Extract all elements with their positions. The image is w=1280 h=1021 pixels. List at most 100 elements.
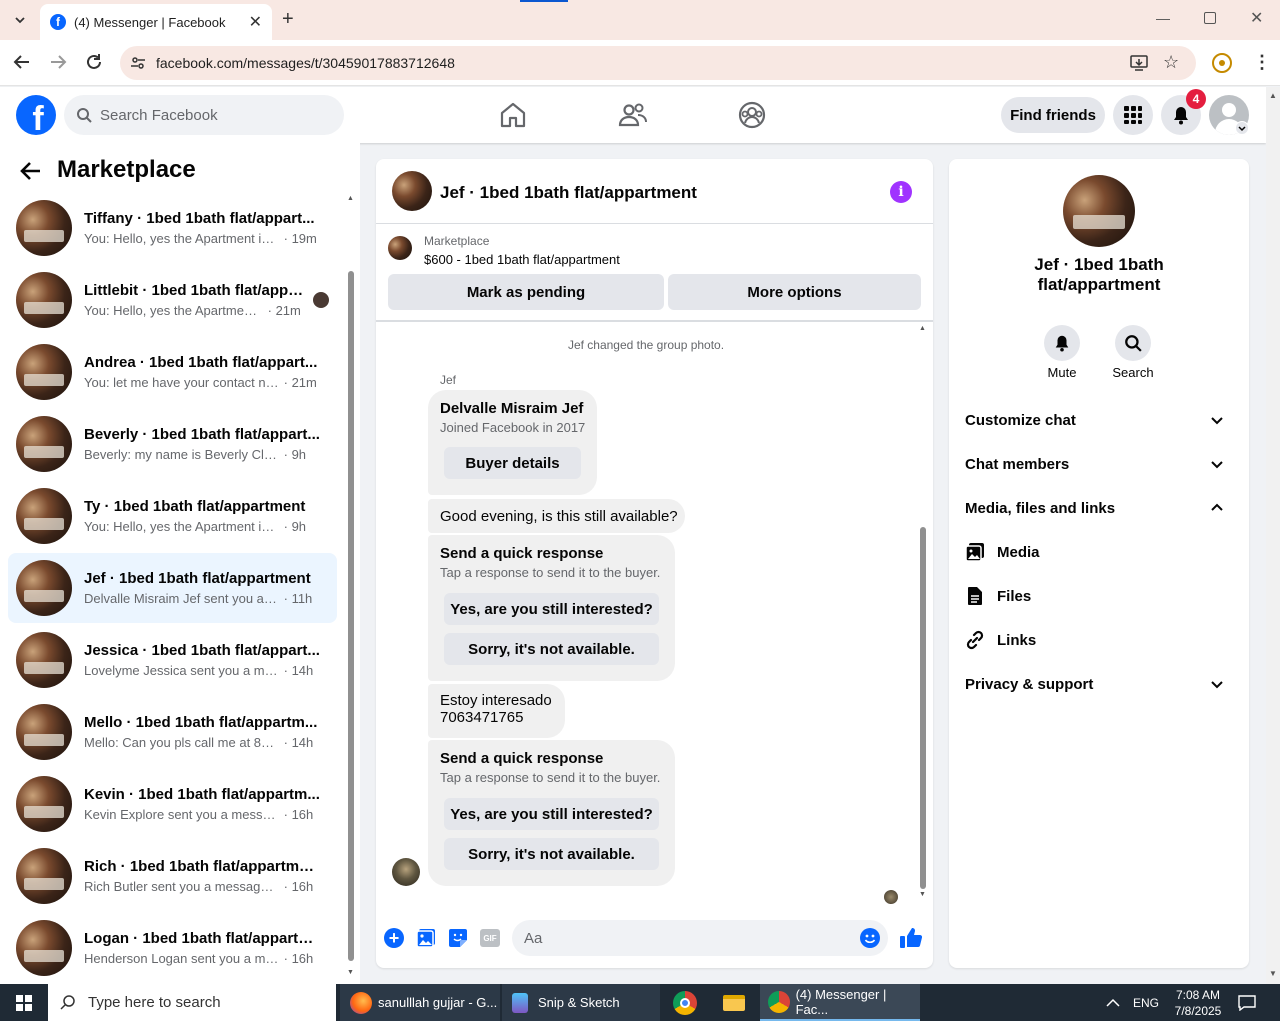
message-composer-input[interactable]: Aa (512, 920, 888, 956)
buyer-details-button[interactable]: Buyer details (444, 447, 581, 479)
find-friends-button[interactable]: Find friends (1001, 97, 1105, 133)
mute-label[interactable]: Mute (1032, 365, 1092, 380)
conversation-item-littlebit[interactable]: Littlebit · 1bed 1bath flat/appa... You:… (8, 265, 337, 335)
links-item[interactable]: Links (965, 620, 1233, 660)
bookmark-star-icon[interactable]: ☆ (1163, 52, 1179, 73)
conversation-item-kevin[interactable]: Kevin · 1bed 1bath flat/appartm... Kevin… (8, 769, 337, 839)
more-actions-plus-icon[interactable]: + (384, 928, 404, 948)
forward-arrow-icon[interactable] (48, 52, 68, 77)
menu-grid-icon[interactable] (1113, 95, 1153, 135)
attach-photo-icon[interactable] (416, 928, 436, 953)
file-explorer-icon[interactable] (722, 984, 746, 1021)
taskbar-clock[interactable]: 7:08 AM 7/8/2025 (1166, 987, 1230, 1019)
listing-thumbnail (16, 704, 72, 760)
sender-avatar[interactable] (392, 858, 420, 886)
back-arrow-icon[interactable] (12, 52, 32, 77)
restore-icon[interactable] (1204, 12, 1216, 24)
gif-icon[interactable]: GIF (480, 929, 500, 947)
conversation-item-beverly[interactable]: Beverly · 1bed 1bath flat/appart... Beve… (8, 409, 337, 479)
sticker-icon[interactable] (448, 928, 468, 953)
close-window-icon[interactable]: ✕ (1250, 8, 1263, 28)
profile-icon[interactable] (1212, 53, 1232, 73)
search-label[interactable]: Search (1103, 365, 1163, 380)
conversation-item-ty[interactable]: Ty · 1bed 1bath flat/appartment You: Hel… (8, 481, 337, 551)
quick-response-title: Send a quick response (440, 750, 604, 767)
emoji-icon[interactable] (860, 928, 880, 948)
browser-tab-messenger[interactable]: f (4) Messenger | Facebook ✕ (40, 4, 272, 40)
conversation-item-jessica[interactable]: Jessica · 1bed 1bath flat/appart... Love… (8, 625, 337, 695)
site-settings-icon[interactable] (130, 55, 146, 74)
friends-icon[interactable] (617, 99, 649, 131)
chat-scrollbar[interactable]: ▲ ▼ (918, 325, 928, 898)
composer-placeholder: Aa (524, 929, 543, 947)
facebook-favicon-icon: f (50, 14, 66, 30)
quick-reply-yes-button[interactable]: Yes, are you still interested? (444, 593, 659, 625)
taskbar-app-firefox[interactable]: sanulllah gujjar - G... (340, 984, 500, 1021)
url-field[interactable]: facebook.com/messages/t/3045901788371264… (120, 46, 1196, 80)
home-icon[interactable] (497, 99, 529, 131)
media-files-links-row[interactable]: Media, files and links (965, 488, 1233, 528)
conversation-item-jef[interactable]: Jef · 1bed 1bath flat/appartment Delvall… (8, 553, 337, 623)
windows-start-icon[interactable] (0, 984, 48, 1021)
facebook-logo-icon[interactable]: f (16, 95, 56, 135)
taskbar-app-snip[interactable]: Snip & Sketch (502, 984, 660, 1021)
search-conversation-icon[interactable] (1115, 325, 1151, 361)
quick-reply-no-button[interactable]: Sorry, it's not available. (444, 633, 659, 665)
taskbar-search-input[interactable]: Type here to search (48, 984, 336, 1021)
chat-title[interactable]: Jef · 1bed 1bath flat/appartment (440, 183, 697, 203)
conversation-time: 19m (291, 231, 317, 246)
taskbar-app-messenger[interactable]: (4) Messenger | Fac... (760, 984, 920, 1021)
reload-icon[interactable] (84, 52, 104, 77)
conversation-item-rich[interactable]: Rich · 1bed 1bath flat/appartment Rich B… (8, 841, 337, 911)
customize-chat-row[interactable]: Customize chat (965, 400, 1233, 440)
chrome-icon (768, 990, 790, 1013)
tab-search-chevron-icon[interactable] (10, 10, 30, 30)
conversation-title: Logan · 1bed 1bath flat/appartm... (84, 930, 320, 947)
account-chevron-icon[interactable] (1235, 121, 1249, 135)
quick-response-title: Send a quick response (440, 545, 604, 562)
quick-reply-yes-button[interactable]: Yes, are you still interested? (444, 798, 659, 830)
listing-thumbnail (16, 920, 72, 976)
conversation-snippet: You: let me have your contact nu... (84, 375, 280, 390)
chat-members-row[interactable]: Chat members (965, 444, 1233, 484)
conversation-time: 9h (291, 519, 307, 534)
files-item[interactable]: Files (965, 576, 1233, 616)
chrome-icon[interactable] (672, 984, 698, 1021)
chat-list-scrollbar[interactable]: ▲ ▼ (346, 195, 356, 977)
buyer-joined: Joined Facebook in 2017 (440, 420, 586, 435)
minimize-icon[interactable]: — (1156, 10, 1170, 26)
mark-as-pending-button[interactable]: Mark as pending (388, 274, 664, 310)
input-language[interactable]: ENG (1133, 984, 1159, 1021)
conversation-info-icon[interactable]: i (890, 181, 912, 203)
sender-name: Jef (440, 373, 457, 387)
conversation-item-logan[interactable]: Logan · 1bed 1bath flat/appartm... Hende… (8, 913, 337, 983)
listing-title[interactable]: $600 - 1bed 1bath flat/appartment (424, 252, 620, 267)
install-app-icon[interactable] (1130, 54, 1148, 75)
more-options-button[interactable]: More options (668, 274, 921, 310)
tray-chevron-up-icon[interactable] (1106, 984, 1120, 1021)
chat-avatar[interactable] (392, 171, 432, 211)
page-scrollbar[interactable]: ▲ ▼ (1266, 87, 1280, 984)
back-arrow-icon[interactable] (20, 160, 42, 187)
groups-icon[interactable] (736, 99, 768, 131)
search-facebook-input[interactable]: Search Facebook (64, 95, 344, 135)
url-text: facebook.com/messages/t/3045901788371264… (156, 55, 455, 71)
media-label: Media (997, 543, 1040, 561)
mute-bell-icon[interactable] (1044, 325, 1080, 361)
notification-center-icon[interactable] (1238, 984, 1256, 1021)
conversation-item-andrea[interactable]: Andrea · 1bed 1bath flat/appart... You: … (8, 337, 337, 407)
taskbar-app-label: (4) Messenger | Fac... (795, 986, 887, 1017)
privacy-support-row[interactable]: Privacy & support (965, 664, 1233, 704)
quick-reply-no-button[interactable]: Sorry, it's not available. (444, 838, 659, 870)
conversation-item-mello[interactable]: Mello · 1bed 1bath flat/appartm... Mello… (8, 697, 337, 767)
message-bubble: Estoy interesado 7063471765 (428, 684, 565, 738)
close-tab-icon[interactable]: ✕ (249, 12, 262, 32)
media-item[interactable]: Media (965, 532, 1233, 572)
new-tab-icon[interactable]: + (282, 8, 302, 32)
conversation-item-tiffany[interactable]: Tiffany · 1bed 1bath flat/appart... You:… (8, 193, 337, 263)
quick-response-subtitle: Tap a response to send it to the buyer. (440, 770, 661, 785)
browser-menu-icon[interactable]: ⋮ (1253, 52, 1271, 73)
thumbs-up-icon[interactable] (899, 926, 923, 955)
conversation-snippet: Lovelyme Jessica sent you a mess... (84, 663, 280, 678)
conversation-snippet: You: Hello, yes the Apartment is s... (84, 231, 280, 246)
